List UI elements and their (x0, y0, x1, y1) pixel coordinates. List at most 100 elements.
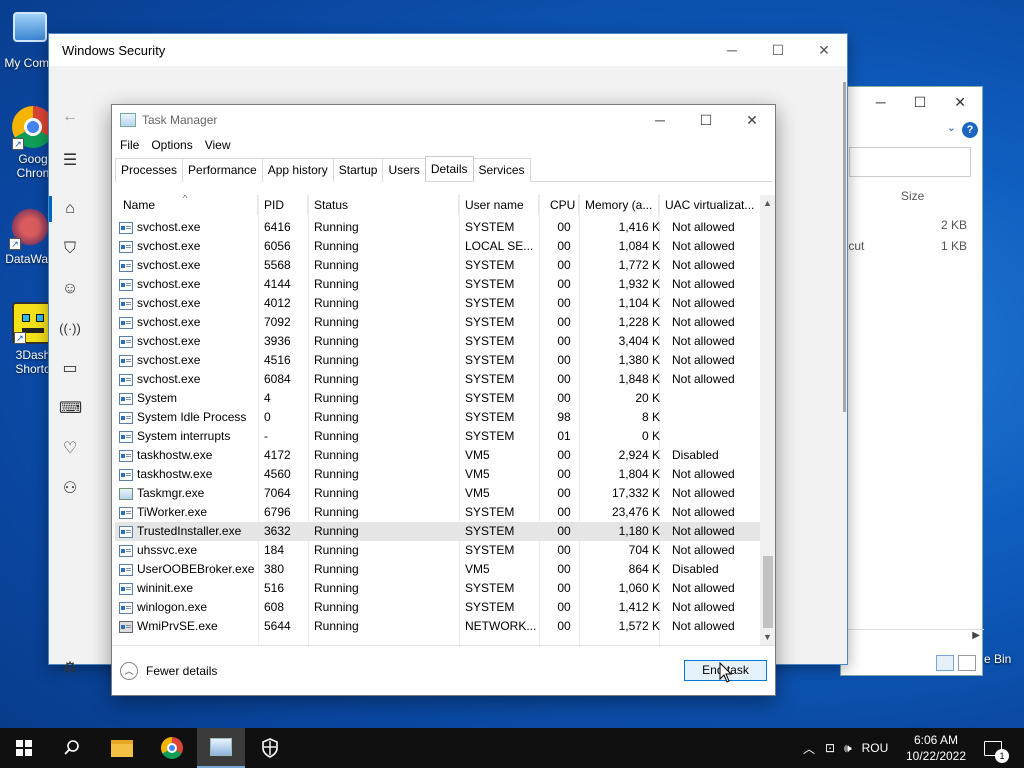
table-row[interactable]: uhssvc.exe 184 Running SYSTEM 00 704 K Not all… (115, 541, 760, 560)
windows-security-taskbar-button[interactable] (246, 728, 294, 768)
menu-view[interactable]: View (199, 135, 237, 155)
vertical-scrollbar[interactable]: ▲ ▼ (760, 195, 775, 645)
details-view-icon[interactable] (936, 655, 954, 671)
table-row[interactable]: System Idle Process 0 Running SYSTEM 98 8 K (115, 408, 760, 427)
shield-icon[interactable]: ⛉ (59, 238, 81, 260)
table-row[interactable]: System interrupts - Running SYSTEM 01 0 K (115, 427, 760, 446)
scrollbar-thumb[interactable] (763, 556, 773, 628)
table-row[interactable]: svchost.exe 4516 Running SYSTEM 00 1,380 K Not… (115, 351, 760, 370)
process-icon (119, 335, 133, 348)
column-header-status[interactable]: Status (308, 195, 459, 215)
task-manager-taskbar-button[interactable] (197, 728, 245, 768)
person-icon[interactable]: ☺ (59, 278, 81, 300)
gear-icon[interactable]: ⚙ (59, 658, 81, 680)
column-header-uac[interactable]: UAC virtualizat... (659, 195, 760, 215)
tab-app-history[interactable]: App history (261, 158, 334, 182)
chevron-down-icon[interactable]: ⌄ (947, 121, 956, 134)
column-header-user[interactable]: User name (459, 195, 539, 215)
maximize-icon[interactable]: ☐ (683, 105, 729, 135)
tab-details[interactable]: Details (424, 156, 474, 181)
file-explorer-window[interactable]: ─ ☐ ✕ ⌄ ? Size 2 KB rtcut 1 KB ▶ (840, 86, 984, 676)
table-row[interactable]: winlogon.exe 608 Running SYSTEM 00 1,412 K Not… (115, 598, 760, 617)
table-row[interactable]: svchost.exe 4012 Running SYSTEM 00 1,104 K Not… (115, 294, 760, 313)
recycle-bin-label[interactable]: e Bin (984, 652, 1011, 666)
scroll-down-icon[interactable]: ▼ (760, 629, 775, 645)
status-cell: Running (314, 391, 359, 405)
search-button[interactable] (48, 728, 96, 768)
table-row[interactable]: taskhostw.exe 4560 Running VM5 00 1,804 K Not … (115, 465, 760, 484)
tab-users[interactable]: Users (382, 158, 426, 182)
language-indicator[interactable]: ROU (862, 741, 889, 755)
size-column-header[interactable]: Size (901, 189, 924, 203)
horizontal-scrollbar[interactable]: ▶ (841, 629, 984, 645)
column-header-name[interactable]: Name ^ (115, 195, 258, 215)
table-row[interactable]: svchost.exe 6084 Running SYSTEM 00 1,848 K Not… (115, 370, 760, 389)
table-row[interactable]: TiWorker.exe 6796 Running SYSTEM 00 23,476 K N… (115, 503, 760, 522)
menu-options[interactable]: Options (145, 135, 198, 155)
status-cell: Running (314, 429, 359, 443)
table-row[interactable]: UserOOBEBroker.exe 380 Running VM5 00 864 K Di… (115, 560, 760, 579)
heart-icon[interactable]: ♡ (59, 438, 81, 460)
chrome-taskbar-button[interactable] (148, 728, 196, 768)
hamburger-icon[interactable]: ☰ (59, 150, 81, 172)
table-row[interactable]: System 4 Running SYSTEM 00 20 K (115, 389, 760, 408)
search-box[interactable] (849, 147, 971, 177)
table-row[interactable]: TrustedInstaller.exe 3632 Running SYSTEM 00 1… (115, 522, 760, 541)
maximize-icon[interactable]: ☐ (755, 34, 801, 66)
maximize-icon[interactable]: ☐ (914, 94, 927, 111)
close-icon[interactable]: ✕ (801, 34, 847, 66)
table-row[interactable]: svchost.exe 4144 Running SYSTEM 00 1,932 K Not… (115, 275, 760, 294)
task-manager-window[interactable]: Task Manager ─ ☐ ✕ File Options View Pro… (111, 104, 776, 696)
app-browser-icon[interactable]: ▭ (59, 358, 81, 380)
start-button[interactable] (0, 728, 48, 768)
column-header-pid[interactable]: PID (258, 195, 308, 215)
laptop-icon[interactable]: ⌨ (59, 398, 82, 420)
scroll-up-icon[interactable]: ▲ (760, 195, 775, 211)
help-icon[interactable]: ? (962, 122, 978, 138)
vertical-scrollbar[interactable] (843, 82, 846, 412)
cpu-cell: 00 (557, 562, 571, 576)
table-row[interactable]: taskhostw.exe 4172 Running VM5 00 2,924 K Disa… (115, 446, 760, 465)
family-icon[interactable]: ⚇ (59, 478, 81, 500)
status-cell: Running (314, 486, 359, 500)
memory-cell: 1,804 K (618, 467, 660, 481)
large-icons-view-icon[interactable] (958, 655, 976, 671)
fewer-details-button[interactable]: ︿ Fewer details (120, 662, 217, 680)
table-row[interactable]: svchost.exe 5568 Running SYSTEM 00 1,772 K Not… (115, 256, 760, 275)
minimize-icon[interactable]: ─ (876, 94, 886, 110)
action-center-button[interactable]: 1 (984, 728, 1009, 768)
volume-icon[interactable]: 🕪 (844, 741, 852, 756)
clock[interactable]: 6:06 AM 10/22/2022 (900, 732, 972, 764)
process-name: svchost.exe (137, 372, 201, 386)
table-row[interactable]: WmiPrvSE.exe 5644 Running NETWORK... 00 1,572… (115, 617, 760, 636)
close-icon[interactable]: ✕ (729, 105, 775, 135)
menu-file[interactable]: File (114, 135, 145, 155)
wireless-icon[interactable]: ((·)) (59, 318, 81, 340)
table-row[interactable]: svchost.exe 6416 Running SYSTEM 00 1,416 K Not… (115, 218, 760, 237)
minimize-icon[interactable]: ─ (637, 105, 683, 135)
show-hidden-icons-chevron-icon[interactable]: ︿ (803, 740, 815, 757)
user-name-cell: SYSTEM (465, 315, 515, 329)
table-row[interactable]: wininit.exe 516 Running SYSTEM 00 1,060 K Not … (115, 579, 760, 598)
network-icon[interactable]: ⊡ (825, 741, 835, 755)
tab-processes[interactable]: Processes (115, 158, 184, 182)
file-explorer-taskbar-button[interactable] (98, 728, 146, 768)
minimize-icon[interactable]: ─ (709, 34, 755, 66)
table-row[interactable]: svchost.exe 6056 Running LOCAL SE... 00 1,084… (115, 237, 760, 256)
column-header-cpu[interactable]: CPU (539, 195, 579, 215)
process-icon (119, 392, 133, 405)
column-header-memory[interactable]: Memory (a... (579, 195, 659, 215)
table-header: Name ^ PID Status User name CPU Memory (a… (115, 195, 760, 215)
tab-performance[interactable]: Performance (182, 158, 263, 182)
user-name-cell: VM5 (465, 448, 490, 462)
home-icon[interactable]: ⌂ (59, 198, 81, 220)
back-arrow-icon[interactable]: ← (59, 106, 81, 128)
memory-cell: 1,180 K (618, 524, 660, 538)
pid-cell: 6796 (264, 505, 291, 519)
tab-startup[interactable]: Startup (332, 158, 384, 182)
close-icon[interactable]: ✕ (954, 94, 966, 111)
tab-services[interactable]: Services (472, 158, 531, 182)
table-row[interactable]: Taskmgr.exe 7064 Running VM5 00 17,332 K Not a… (115, 484, 760, 503)
table-row[interactable]: svchost.exe 3936 Running SYSTEM 00 3,404 K Not… (115, 332, 760, 351)
table-row[interactable]: svchost.exe 7092 Running SYSTEM 00 1,228 K Not… (115, 313, 760, 332)
